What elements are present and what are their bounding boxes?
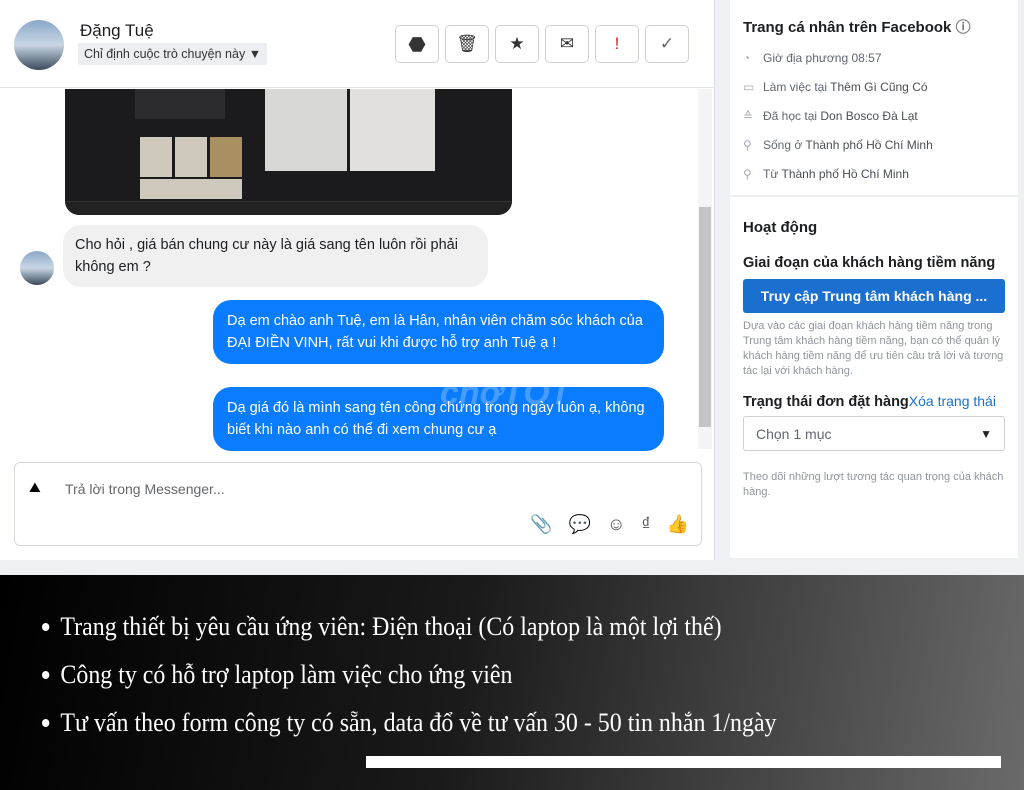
reply-input[interactable]: Trả lời trong Messenger... — [65, 481, 225, 497]
location-icon: ⚲ — [743, 137, 752, 152]
bullet-item: Công ty có hỗ trợ laptop làm việc cho ứn… — [42, 651, 777, 699]
outgoing-message: Dạ giá đó là mình sang tên công chứng tr… — [213, 387, 664, 451]
contact-name: Đặng Tuệ — [80, 21, 154, 40]
conversation-panel: Đặng Tuệ Chỉ định cuộc trò chuyện này ▼ … — [0, 0, 715, 560]
emoji-icon[interactable]: ☺ — [607, 514, 625, 535]
currency-icon[interactable]: ₫ — [641, 514, 650, 535]
page-avatar-icon: ⛰ — [29, 479, 41, 495]
caret-down-icon: ▼ — [980, 426, 992, 441]
conversation-header: Đặng Tuệ Chỉ định cuộc trò chuyện này ▼ … — [0, 0, 714, 88]
order-status-description: Theo dõi những lượt tương tác quan trọng… — [743, 471, 1004, 498]
lead-stage-title: Giai đoạn của khách hàng tiềm năng — [743, 255, 996, 271]
profile-item: ▭ Làm việc tại Thêm Gì Cũng Có — [743, 79, 928, 94]
spam-button[interactable]: ⬣ — [395, 25, 439, 63]
image-attachment[interactable] — [65, 89, 512, 215]
check-icon: ✓ — [659, 34, 675, 53]
bullet-item: Trang thiết bị yêu cầu ứng viên: Điện th… — [42, 603, 777, 651]
lead-center-button[interactable]: Truy cập Trung tâm khách hàng ... — [743, 279, 1005, 313]
mark-done-button[interactable]: ✓ — [645, 25, 689, 63]
outgoing-message: Dạ em chào anh Tuệ, em là Hân, nhân viên… — [213, 300, 664, 364]
message-list: Cho hỏi , giá bán chung cư này là giá sa… — [0, 89, 700, 451]
incoming-message: Cho hỏi , giá bán chung cư này là giá sa… — [63, 225, 488, 287]
briefcase-icon: ▭ — [743, 79, 755, 94]
requirements-banner: Trang thiết bị yêu cầu ứng viên: Điện th… — [0, 575, 1024, 790]
mail-icon: ✉ — [559, 34, 575, 53]
profile-item: ⚲ Từ Thành phố Hồ Chí Minh — [743, 166, 909, 181]
follow-up-button[interactable]: ! — [595, 25, 639, 63]
scrollbar[interactable] — [698, 89, 712, 449]
star-button[interactable]: ★ — [495, 25, 539, 63]
exclamation-icon: ! — [614, 34, 620, 53]
assign-label: Chỉ định cuộc trò chuyện này — [84, 47, 246, 61]
profile-item: ◔ Giờ địa phương 08:57 — [743, 50, 882, 65]
trash-icon: 🗑 — [456, 34, 478, 53]
alert-octagon-icon: ⬣ — [408, 33, 426, 56]
assign-dropdown[interactable]: Chỉ định cuộc trò chuyện này ▼ — [78, 43, 268, 65]
profile-item: ≙ Đã học tại Don Bosco Đà Lạt — [743, 108, 918, 123]
like-icon[interactable]: 👍 — [667, 514, 689, 535]
activity-title: Hoạt động — [743, 219, 818, 236]
delete-button[interactable]: 🗑 — [445, 25, 489, 63]
mark-unread-button[interactable]: ✉ — [545, 25, 589, 63]
graduation-icon: ≙ — [743, 108, 754, 123]
caret-down-icon: ▼ — [248, 47, 262, 61]
info-icon[interactable]: ⓘ — [956, 19, 971, 36]
avatar[interactable] — [14, 20, 64, 70]
saved-reply-icon[interactable]: 💬 — [569, 514, 591, 535]
profile-card: Trang cá nhân trên Facebook ⓘ ◔ Giờ địa p… — [730, 0, 1018, 195]
profile-item: ⚲ Sống ở Thành phố Hồ Chí Minh — [743, 137, 933, 152]
lead-stage-description: Dựa vào các giai đoạn khách hàng tiềm nă… — [743, 320, 1004, 377]
order-status-select[interactable]: Chọn 1 mục ▼ — [743, 416, 1005, 451]
location-icon: ⚲ — [743, 166, 752, 181]
reply-box[interactable]: ⛰ Trả lời trong Messenger... 📎 💬 ☺ ₫ 👍 — [14, 462, 702, 546]
attachment-icon[interactable]: 📎 — [530, 514, 552, 535]
star-icon: ★ — [509, 34, 525, 53]
contact-avatar — [20, 251, 54, 285]
activity-card: Hoạt động Giai đoạn của khách hàng tiềm … — [730, 197, 1018, 558]
profile-title: Trang cá nhân trên Facebook ⓘ — [743, 19, 971, 36]
clock-icon: ◔ — [743, 50, 751, 65]
watermark: chợTỐT — [440, 374, 571, 412]
bullet-item: Tư vấn theo form công ty có sẵn, data đổ… — [42, 699, 777, 747]
clear-status-link[interactable]: Xóa trạng thái — [909, 393, 996, 409]
decorative-bar — [366, 756, 1001, 768]
order-status-title: Trạng thái đơn đặt hàng — [743, 394, 909, 410]
